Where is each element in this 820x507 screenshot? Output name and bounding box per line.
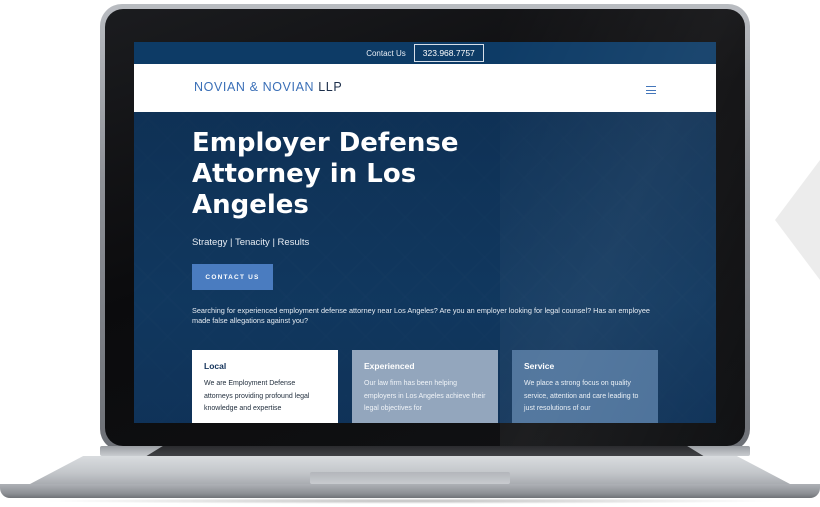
logo-firm-name: NOVIAN & NOVIAN [194,80,315,94]
hero-title: Employer Defense Attorney in Los Angeles [192,128,459,220]
card-text: We place a strong focus on quality servi… [524,380,639,412]
top-contact-bar: Contact Us 323.968.7757 [134,42,716,64]
feature-card-local: Local We are Employment Defense attorney… [192,350,338,423]
contact-us-link[interactable]: Contact Us [366,49,406,58]
feature-card-service: Service We place a strong focus on quali… [512,350,658,423]
hero-intro-text: Searching for experienced employment def… [192,306,650,325]
feature-card-experienced: Experienced Our law firm has been helpin… [352,350,498,423]
laptop-trackpad [310,472,510,484]
card-title: Service [524,361,555,371]
card-text: Our law firm has been helping employers … [364,380,486,412]
decorative-triangle [775,160,820,280]
logo-llp: LLP [318,80,343,94]
contact-us-button[interactable]: CONTACT US [192,264,273,290]
hamburger-menu-icon[interactable] [646,86,656,94]
main-navbar: NOVIAN & NOVIAN LLP [134,64,716,112]
laptop-screen: Contact Us 323.968.7757 NOVIAN & NOVIAN … [134,42,716,423]
hero-section: Employer Defense Attorney in Los Angeles… [134,112,716,423]
card-title: Experienced [364,361,415,371]
hero-subtitle: Strategy | Tenacity | Results [192,237,310,248]
laptop-mockup: Contact Us 323.968.7757 NOVIAN & NOVIAN … [0,0,820,507]
laptop-shadow [40,498,780,504]
phone-number-button[interactable]: 323.968.7757 [413,44,484,62]
laptop-base [0,484,820,498]
card-text: We are Employment Defense attorneys prov… [204,380,310,412]
site-logo[interactable]: NOVIAN & NOVIAN LLP [194,80,342,94]
card-title: Local [204,361,227,371]
